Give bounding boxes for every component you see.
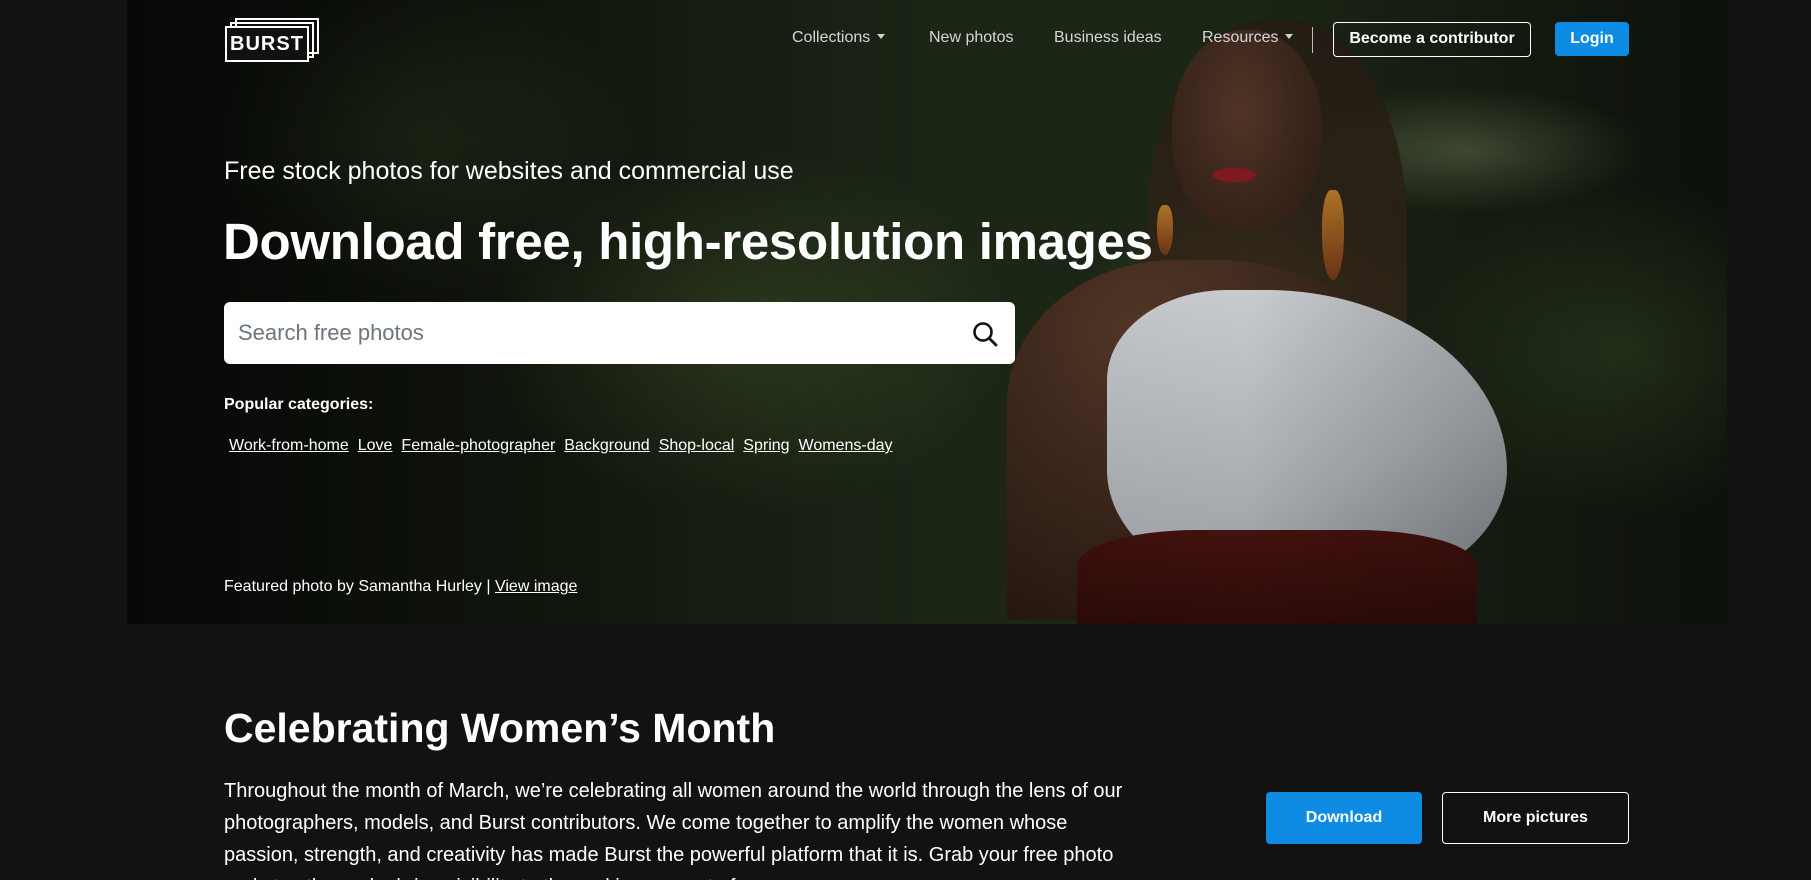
hero-headline: Download free, high-resolution images [223,213,1153,270]
category-link-background[interactable]: Background [564,437,649,455]
category-link-female-photographer[interactable]: Female-photographer [401,437,555,455]
chevron-down-icon [1284,33,1293,39]
burst-logo[interactable]: BURST [225,18,319,62]
nav-collections[interactable]: Collections [792,29,885,47]
download-button[interactable]: Download [1266,792,1422,844]
category-link-work-from-home[interactable]: Work-from-home [229,437,349,455]
featured-credit-text: Featured photo by Samantha Hurley | [224,578,495,595]
login-button[interactable]: Login [1555,22,1629,56]
more-pictures-button[interactable]: More pictures [1442,792,1629,844]
become-contributor-button[interactable]: Become a contributor [1333,22,1531,57]
section-title: Celebrating Women’s Month [224,705,776,751]
search-input[interactable] [236,312,936,354]
view-image-link[interactable]: View image [495,578,577,595]
category-link-womens-day[interactable]: Womens-day [799,437,893,455]
nav-resources[interactable]: Resources [1202,29,1293,47]
popular-categories-list: Work-from-home Love Female-photographer … [229,437,893,455]
page: BURST Collections New photos Business id… [0,0,1811,880]
popular-categories-label: Popular categories: [224,396,374,413]
hero-subtitle: Free stock photos for websites and comme… [224,157,794,185]
nav-resources-label: Resources [1202,29,1279,46]
nav-new-photos-label: New photos [929,29,1014,46]
nav-new-photos[interactable]: New photos [929,29,1014,47]
category-link-love[interactable]: Love [358,437,393,455]
search-icon[interactable] [971,320,999,348]
nav-business-ideas-label: Business ideas [1054,29,1162,46]
featured-photo-credit: Featured photo by Samantha Hurley | View… [224,578,577,596]
section-body: Throughout the month of March, we’re cel… [224,780,1123,880]
category-link-shop-local[interactable]: Shop-local [659,437,735,455]
nav-divider [1312,27,1313,53]
nav-business-ideas[interactable]: Business ideas [1054,29,1162,47]
top-nav: BURST Collections New photos Business id… [0,0,1811,80]
chevron-down-icon [876,33,885,39]
logo-text: BURST [225,26,309,62]
category-link-spring[interactable]: Spring [743,437,789,455]
nav-collections-label: Collections [792,29,871,46]
search-bar [224,302,1015,364]
